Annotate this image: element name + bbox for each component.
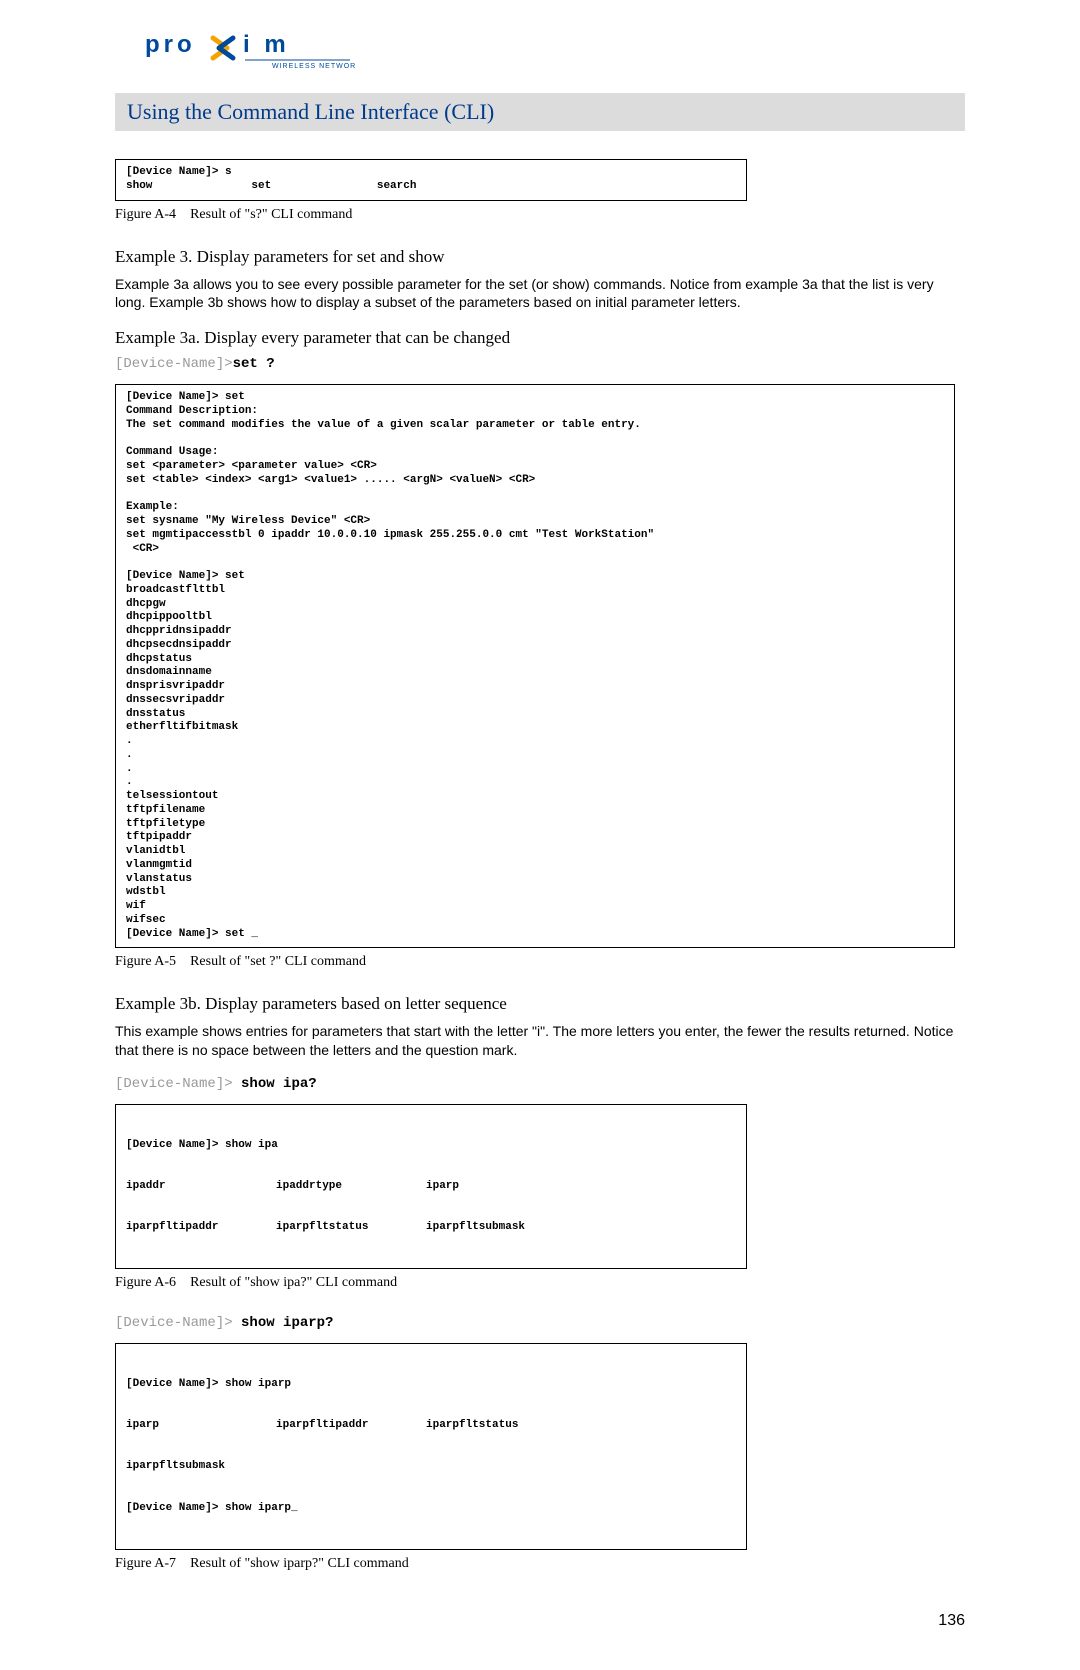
cli-col: iparpfltstatus (426, 1419, 576, 1433)
cli-output-show-ipa: [Device Name]> show ipa ipaddr ipaddrtyp… (115, 1104, 747, 1269)
heading-example-3: Example 3. Display parameters for set an… (115, 247, 965, 267)
page-number: 136 (115, 1612, 965, 1630)
cmd-text: show iparp? (241, 1315, 333, 1331)
caption-label: Figure A-4 (115, 207, 176, 222)
caption-text: Result of "s?" CLI command (190, 207, 352, 222)
cli-output-set: [Device Name]> set Command Description: … (115, 384, 955, 948)
figure-caption-a4: Figure A-4 Result of "s?" CLI command (115, 207, 965, 223)
caption-label: Figure A-5 (115, 954, 176, 969)
cli-col: iparpfltstatus (276, 1221, 426, 1235)
cli-line: [Device Name]> show iparp (126, 1378, 736, 1392)
cli-output-show-iparp: [Device Name]> show iparp iparp iparpflt… (115, 1343, 747, 1550)
cmd-prefix: [Device-Name]> (115, 1315, 241, 1331)
heading-example-3a: Example 3a. Display every parameter that… (115, 328, 965, 348)
cmd-prefix: [Device-Name]> (115, 1076, 241, 1092)
caption-text: Result of "show iparp?" CLI command (190, 1556, 409, 1571)
cli-col: iparp (426, 1180, 576, 1194)
cli-line: [Device Name]> show iparp_ (126, 1502, 736, 1516)
cmd-text: set ? (233, 356, 275, 372)
caption-label: Figure A-6 (115, 1275, 176, 1290)
caption-text: Result of "set ?" CLI command (190, 954, 366, 969)
cli-col: iparpfltsubmask (426, 1221, 576, 1235)
cli-line: iparpfltsubmask (126, 1460, 736, 1474)
heading-example-3b: Example 3b. Display parameters based on … (115, 994, 965, 1014)
caption-text: Result of "show ipa?" CLI command (190, 1275, 397, 1290)
cli-col: iparpfltipaddr (126, 1221, 276, 1235)
page-title: Using the Command Line Interface (CLI) (115, 93, 965, 131)
svg-text:pro: pro (145, 31, 196, 58)
svg-text:WIRELESS NETWORKS: WIRELESS NETWORKS (272, 63, 355, 70)
cli-output-s: [Device Name]> s show set search (115, 159, 747, 201)
figure-caption-a6: Figure A-6 Result of "show ipa?" CLI comm… (115, 1275, 965, 1291)
cmd-set-question: [Device-Name]>set ? (115, 356, 965, 372)
cmd-text: show ipa? (241, 1076, 317, 1092)
cmd-show-ipa: [Device-Name]> show ipa? (115, 1076, 965, 1092)
body-example-3: Example 3a allows you to see every possi… (115, 275, 965, 313)
body-example-3b: This example shows entries for parameter… (115, 1022, 965, 1060)
cli-col: iparp (126, 1419, 276, 1433)
cli-line: [Device Name]> show ipa (126, 1139, 736, 1153)
figure-caption-a7: Figure A-7 Result of "show iparp?" CLI co… (115, 1556, 965, 1572)
figure-caption-a5: Figure A-5 Result of "set ?" CLI command (115, 954, 965, 970)
cli-col: iparpfltipaddr (276, 1419, 426, 1433)
brand-logo: pro i m WIRELESS NETWORKS (115, 30, 965, 75)
cli-col: ipaddr (126, 1180, 276, 1194)
cmd-show-iparp: [Device-Name]> show iparp? (115, 1315, 965, 1331)
cli-col: ipaddrtype (276, 1180, 426, 1194)
caption-label: Figure A-7 (115, 1556, 176, 1571)
svg-text:i m: i m (243, 31, 290, 58)
cmd-prefix: [Device-Name]> (115, 356, 233, 372)
